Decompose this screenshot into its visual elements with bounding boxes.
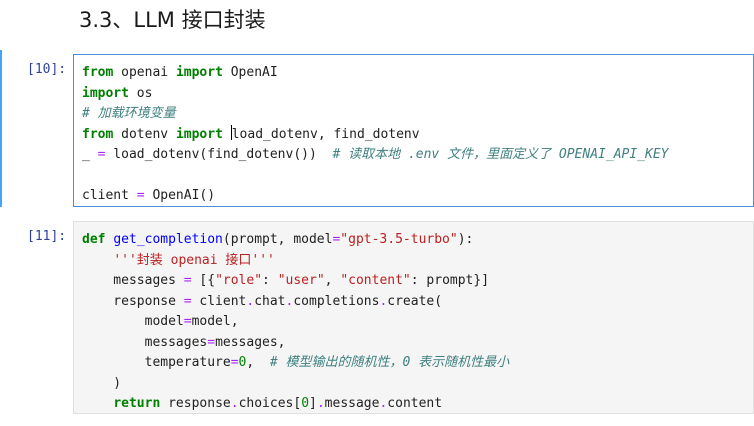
code-text: response (82, 293, 184, 309)
cell-prompt-10: [10]: (27, 62, 67, 77)
string-literal: "content" (340, 273, 411, 288)
operator: = (183, 273, 192, 288)
code-text: load_dotenv(find_dotenv()) (105, 147, 333, 162)
code-line: import os (82, 84, 753, 105)
code-text: model, (191, 314, 239, 329)
code-line: messages=messages, (82, 333, 753, 354)
operator: = (183, 314, 192, 329)
code-text: dotenv (113, 126, 176, 142)
code-text: create( (387, 293, 443, 309)
code-line: # 加载环境变量 (82, 104, 753, 125)
code-text: response (160, 396, 231, 411)
keyword: import (175, 65, 223, 80)
code-text: OpenAI (222, 65, 278, 80)
code-text: client (82, 188, 137, 203)
code-line: from dotenv import load_dotenv, find_dot… (82, 124, 753, 146)
code-line: response = client.chat.completions.creat… (82, 292, 753, 313)
keyword: import (82, 85, 129, 101)
code-text: chat (254, 293, 286, 309)
operator: . (316, 396, 325, 411)
keyword: import (175, 126, 223, 142)
keyword: from (82, 126, 114, 142)
code-text: openai (113, 65, 176, 80)
code-line: temperature=0, # 模型输出的随机性，0 表示随机性最小 (82, 353, 753, 374)
code-text: messages (82, 273, 184, 288)
comment: # 读取本地 .env 文件，里面定义了 OPENAI_API_KEY (332, 147, 669, 162)
code-text: : (262, 273, 278, 288)
keyword: def (82, 232, 106, 247)
code-text: message (324, 396, 380, 411)
code-text: content (387, 396, 443, 411)
code-text: messages (82, 334, 208, 350)
string-literal: "role" (215, 273, 263, 288)
code-line: def get_completion(prompt, model="gpt-3.… (82, 230, 753, 251)
code-line: '''封装 openai 接口''' (82, 251, 753, 272)
code-text: completions (293, 293, 380, 309)
code-text: OpenAI() (144, 188, 216, 203)
code-cell-10[interactable]: from openai import OpenAI import os # 加载环境… (73, 54, 754, 207)
code-text: ): (457, 232, 474, 247)
string-literal: "user" (277, 273, 325, 288)
string-literal: "gpt-3.5-turbo" (340, 232, 458, 247)
string-literal: '''封装 openai 接口''' (113, 252, 275, 268)
comment: # 加载环境变量 (82, 106, 176, 121)
operator: = (136, 188, 145, 203)
code-text: , (324, 273, 341, 288)
code-text: client (191, 293, 247, 309)
code-line: ) (82, 374, 753, 395)
operator: = (230, 355, 239, 370)
cell-selection-bar (0, 50, 2, 207)
code-text: load_dotenv, find_dotenv (231, 126, 420, 142)
code-text: os (128, 85, 153, 101)
code-text: temperature (82, 355, 231, 370)
code-line: from openai import OpenAI (82, 63, 753, 84)
keyword: return (113, 396, 161, 411)
code-text: choices[ (238, 396, 302, 411)
function-name: get_completion (113, 232, 223, 247)
operator: = (207, 334, 216, 350)
code-text: : prompt}] (410, 273, 490, 288)
cell-prompt-11: [11]: (27, 229, 67, 244)
comment: # 模型输出的随机性，0 表示随机性最小 (269, 355, 510, 370)
code-text: , (246, 355, 270, 370)
code-text: _ (82, 147, 98, 162)
code-text: (prompt, model (222, 232, 333, 247)
code-text: ) (82, 375, 122, 391)
code-text: model (82, 314, 184, 329)
code-line: messages = [{"role": "user", "content": … (82, 271, 753, 292)
code-line: model=model, (82, 312, 753, 333)
code-cell-11[interactable]: def get_completion(prompt, model = "gpt-3.… (73, 221, 754, 414)
section-heading: 3.3、LLM 接口封装 (79, 8, 266, 32)
operator: . (230, 396, 239, 411)
code-text: messages, (215, 334, 286, 350)
operator: = (183, 293, 192, 309)
code-text: ] (309, 396, 317, 411)
code-line: return response.choices[0].message.conte… (82, 394, 753, 413)
code-line: client = OpenAI() (82, 186, 753, 206)
keyword: from (82, 65, 114, 80)
number-literal: 0 (301, 396, 310, 411)
code-text: [{ (191, 273, 216, 288)
code-line: _ = load_dotenv(find_dotenv()) # 读取本地 .e… (82, 145, 753, 166)
